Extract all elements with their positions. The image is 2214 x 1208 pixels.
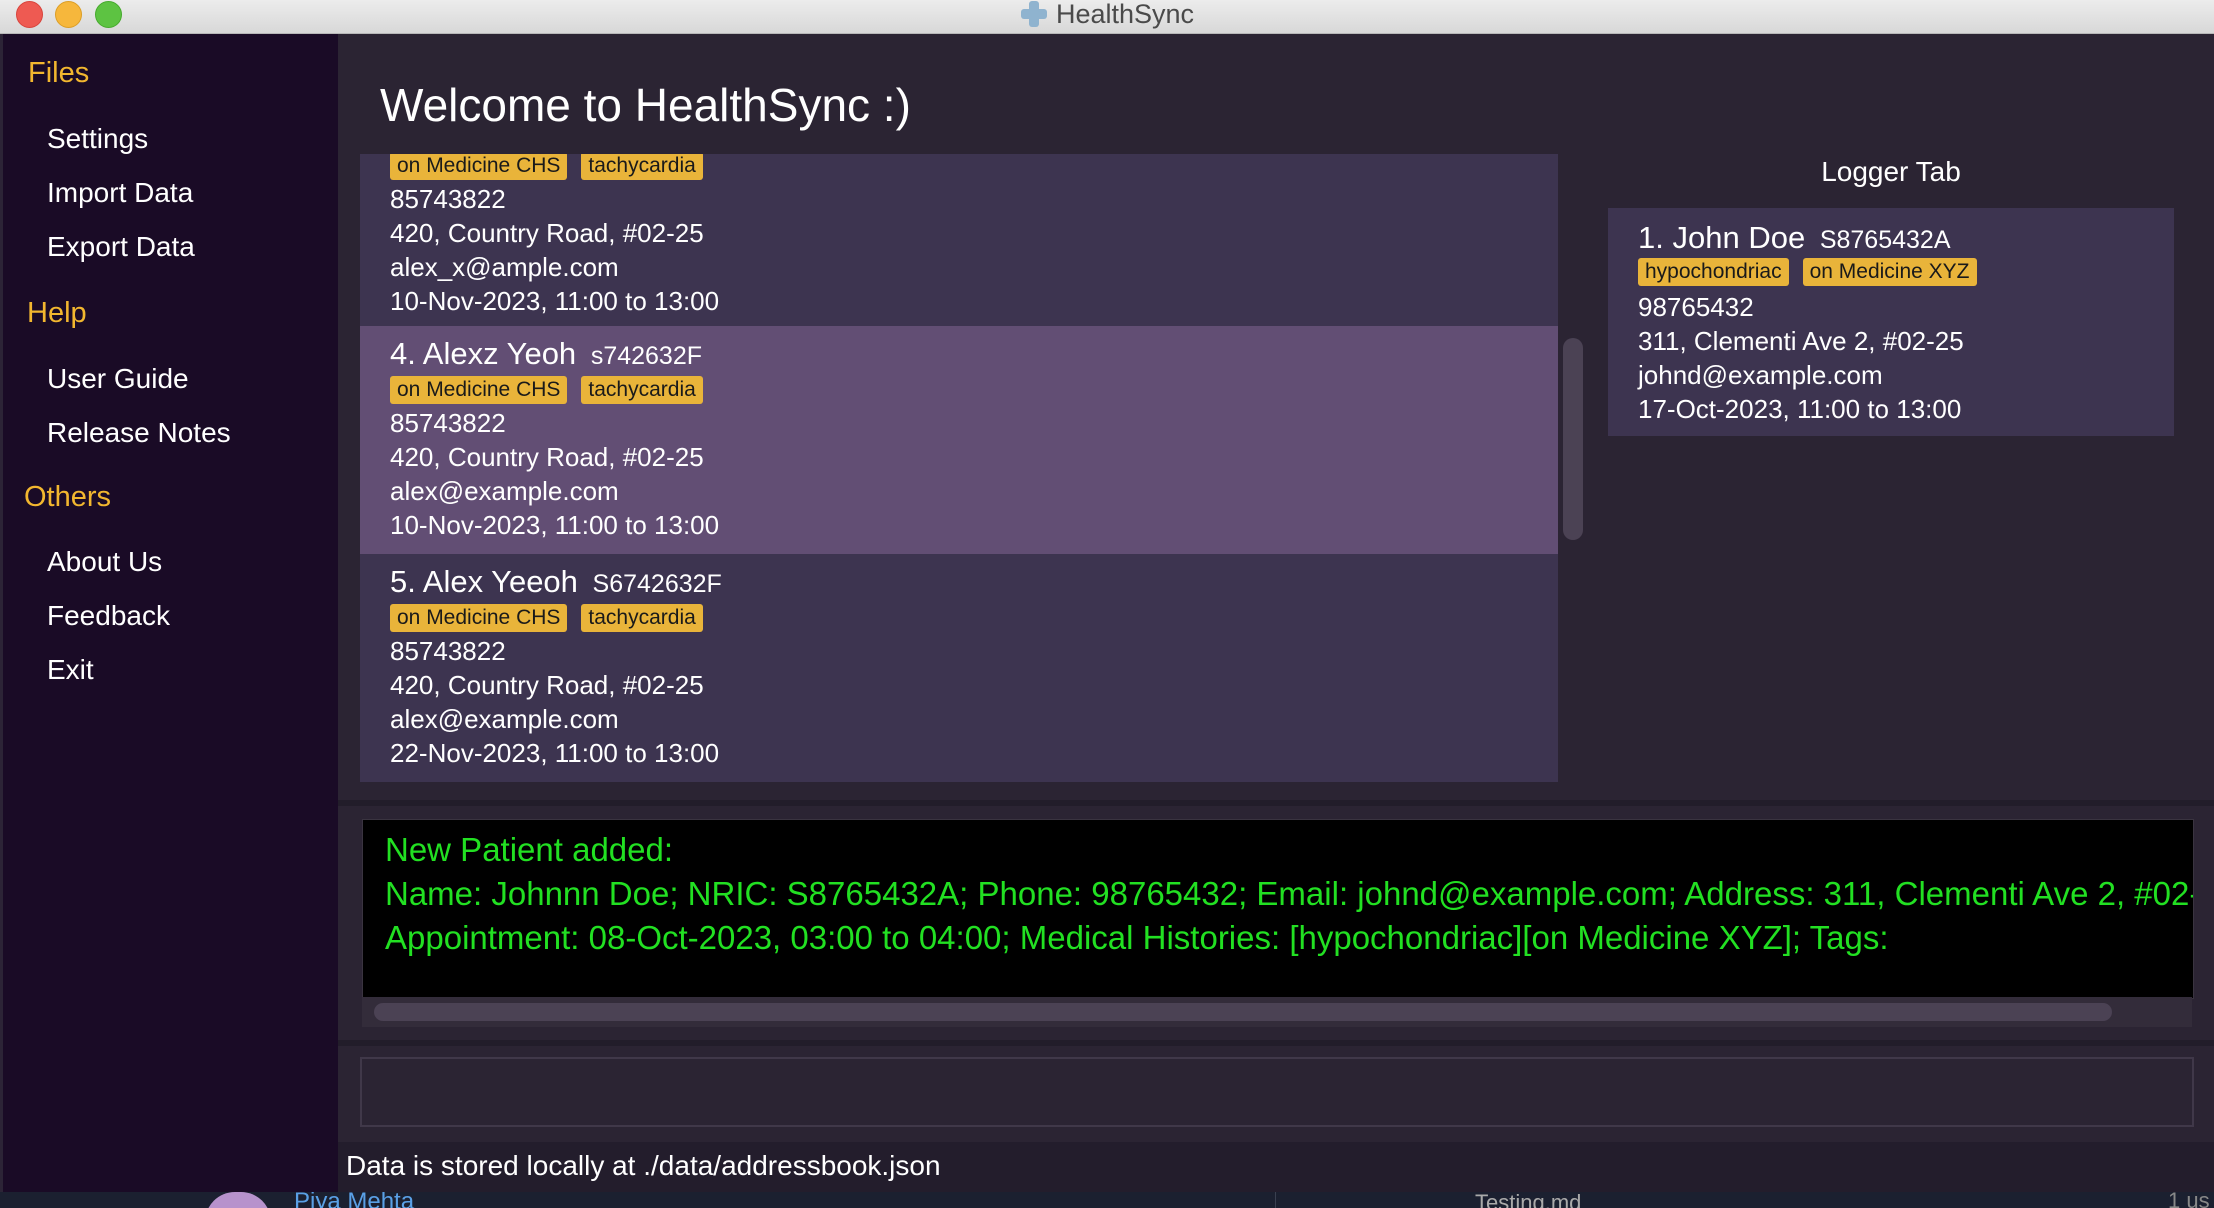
patient-address: 420, Country Road, #02-25 [390, 670, 704, 700]
patient-email: alex@example.com [390, 476, 619, 506]
patient-appointment: 22-Nov-2023, 11:00 to 13:00 [390, 738, 720, 768]
patient-appointment: 10-Nov-2023, 11:00 to 13:00 [390, 286, 720, 316]
medical-history-tag: hypochondriac [1638, 258, 1789, 286]
sidebar-item-export-data[interactable]: Export Data [47, 231, 195, 263]
status-bar: Data is stored locally at ./data/address… [338, 1142, 2214, 1192]
logger-index: 1. [1638, 220, 1664, 255]
logger-nric: S8765432A [1819, 226, 1951, 254]
window-title-text: HealthSync [1055, 0, 1195, 29]
patient-tags: on Medicine CHS tachycardia [390, 376, 703, 404]
logger-name: John Doe [1672, 220, 1806, 255]
result-horizontal-scrollbar-thumb[interactable] [374, 1003, 2112, 1021]
logger-tab-title: Logger Tab [1821, 156, 1961, 187]
sidebar-item-exit[interactable]: Exit [47, 654, 94, 686]
sidebar-item-settings[interactable]: Settings [47, 123, 148, 155]
sidebar-heading-help[interactable]: Help [27, 297, 87, 330]
logger-name-line: 1. John Doe S8765432A [1638, 220, 1951, 256]
status-text: Data is stored locally at ./data/address… [346, 1150, 941, 1181]
patient-index: 5. [390, 564, 416, 599]
sidebar-heading-files[interactable]: Files [28, 57, 89, 90]
result-line: Appointment: 08-Oct-2023, 03:00 to 04:00… [385, 919, 1889, 956]
patient-nric: s742632F [590, 342, 703, 370]
window-titlebar: HealthSync [0, 0, 2214, 34]
result-line: Name: Johnnn Doe; NRIC: S8765432A; Phone… [385, 875, 2194, 912]
logger-address: 311, Clementi Ave 2, #02-25 [1638, 326, 1964, 356]
sidebar-item-release-notes[interactable]: Release Notes [47, 417, 231, 449]
sidebar-item-user-guide[interactable]: User Guide [47, 363, 189, 395]
welcome-heading: Welcome to HealthSync :) [380, 79, 911, 131]
patient-index: 4. [390, 336, 416, 371]
avatar [205, 1192, 271, 1208]
patient-nric: S6742632F [592, 570, 722, 598]
sidebar: Files Settings Import Data Export Data H… [0, 34, 341, 1192]
patient-tags: on Medicine CHS tachycardia [390, 154, 703, 180]
logger-appointment: 17-Oct-2023, 11:00 to 13:00 [1638, 394, 1962, 424]
patient-name-line: 4. Alexz Yeoh s742632F [390, 336, 702, 372]
patient-tags: on Medicine CHS tachycardia [390, 604, 703, 632]
window-title: HealthSync [0, 0, 2214, 29]
logger-phone: 98765432 [1638, 292, 1754, 322]
patient-name: Alex Yeeoh [422, 564, 578, 599]
sidebar-heading-others[interactable]: Others [24, 481, 111, 514]
app-logo-icon [1020, 0, 1048, 28]
sidebar-item-import-data[interactable]: Import Data [47, 177, 193, 209]
sidebar-item-feedback[interactable]: Feedback [47, 600, 170, 632]
patient-name: Alexz Yeoh [422, 336, 577, 371]
logger-entry-card[interactable]: 1. John Doe S8765432A hypochondriac on M… [1608, 208, 2174, 436]
patient-list[interactable]: on Medicine CHS tachycardia 85743822 420… [360, 154, 1558, 782]
result-display[interactable]: New Patient added: Name: Johnnn Doe; NRI… [362, 819, 2194, 999]
background-user-name: Piya Mehta [294, 1192, 415, 1208]
patient-list-scrollbar-thumb[interactable] [1563, 338, 1583, 540]
medical-history-tag: tachycardia [581, 604, 703, 632]
patient-card[interactable]: 5. Alex Yeeoh S6742632F on Medicine CHS … [360, 554, 1558, 782]
logger-email: johnd@example.com [1638, 360, 1883, 390]
medical-history-tag: tachycardia [581, 376, 703, 404]
background-right-text: 1 us [2168, 1192, 2210, 1208]
background-divider [1275, 1192, 1276, 1208]
panel-divider [338, 1040, 2214, 1046]
patient-phone: 85743822 [390, 636, 506, 666]
panel-divider [338, 800, 2214, 806]
result-line: New Patient added: [385, 831, 674, 868]
sidebar-item-about-us[interactable]: About Us [47, 546, 162, 578]
patient-phone: 85743822 [390, 184, 506, 214]
patient-email: alex_x@ample.com [390, 252, 619, 282]
medical-history-tag: tachycardia [581, 154, 703, 180]
medical-history-tag: on Medicine CHS [390, 154, 568, 180]
patient-phone: 85743822 [390, 408, 506, 438]
medical-history-tag: on Medicine XYZ [1802, 258, 1977, 286]
medical-history-tag: on Medicine CHS [390, 604, 568, 632]
medical-history-tag: on Medicine CHS [390, 376, 568, 404]
patient-email: alex@example.com [390, 704, 619, 734]
patient-name-line: 5. Alex Yeeoh S6742632F [390, 564, 722, 600]
patient-address: 420, Country Road, #02-25 [390, 218, 704, 248]
patient-card-selected[interactable]: 4. Alexz Yeoh s742632F on Medicine CHS t… [360, 326, 1558, 554]
command-input[interactable] [360, 1057, 2194, 1127]
patient-address: 420, Country Road, #02-25 [390, 442, 704, 472]
patient-appointment: 10-Nov-2023, 11:00 to 13:00 [390, 510, 720, 540]
background-desktop-strip: Piya Mehta Testing.md 1 us [0, 1192, 2214, 1208]
logger-tags: hypochondriac on Medicine XYZ [1638, 258, 1977, 286]
background-file-name: Testing.md [1475, 1192, 1582, 1208]
